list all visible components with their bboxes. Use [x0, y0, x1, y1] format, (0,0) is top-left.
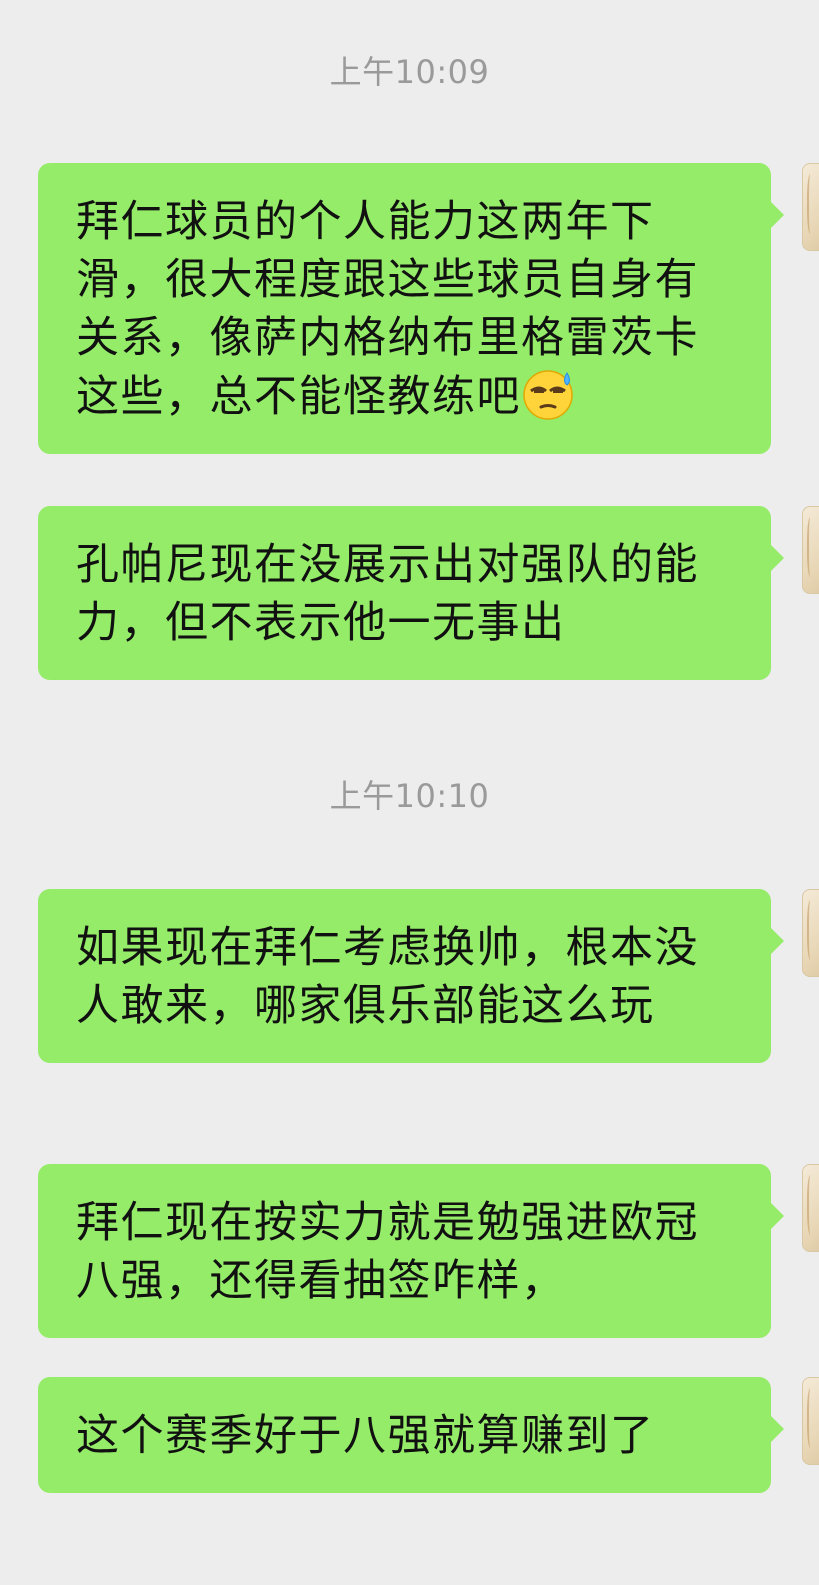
message-bubble[interactable]: 拜仁现在按实力就是勉强进欧冠八强，还得看抽签咋样，: [38, 1164, 784, 1338]
message-text: 拜仁现在按实力就是勉强进欧冠八强，还得看抽签咋样，: [76, 1198, 699, 1306]
message-text: 拜仁球员的个人能力这两年下滑，很大程度跟这些球员自身有关系，像萨内格纳布里格雷茨…: [76, 197, 699, 422]
user-avatar[interactable]: [802, 163, 819, 251]
user-avatar[interactable]: [802, 889, 819, 977]
message-bubble[interactable]: 拜仁球员的个人能力这两年下滑，很大程度跟这些球员自身有关系，像萨内格纳布里格雷茨…: [38, 163, 784, 454]
user-avatar[interactable]: [802, 1377, 819, 1465]
message-text: 这个赛季好于八强就算赚到了: [76, 1411, 655, 1461]
user-avatar[interactable]: [802, 1164, 819, 1252]
user-avatar[interactable]: [802, 506, 819, 594]
cold-sweat-emoji-icon: [521, 367, 575, 421]
message-bubble[interactable]: 孔帕尼现在没展示出对强队的能力，但不表示他一无事出: [38, 506, 784, 680]
message-text: 如果现在拜仁考虑换帅，根本没人敢来，哪家俱乐部能这么玩: [76, 923, 699, 1031]
message-text: 孔帕尼现在没展示出对强队的能力，但不表示他一无事出: [76, 540, 699, 648]
timestamp: 上午10:10: [329, 777, 490, 815]
timestamp: 上午10:09: [329, 53, 490, 91]
message-bubble[interactable]: 这个赛季好于八强就算赚到了: [38, 1377, 784, 1493]
message-bubble[interactable]: 如果现在拜仁考虑换帅，根本没人敢来，哪家俱乐部能这么玩: [38, 889, 784, 1063]
